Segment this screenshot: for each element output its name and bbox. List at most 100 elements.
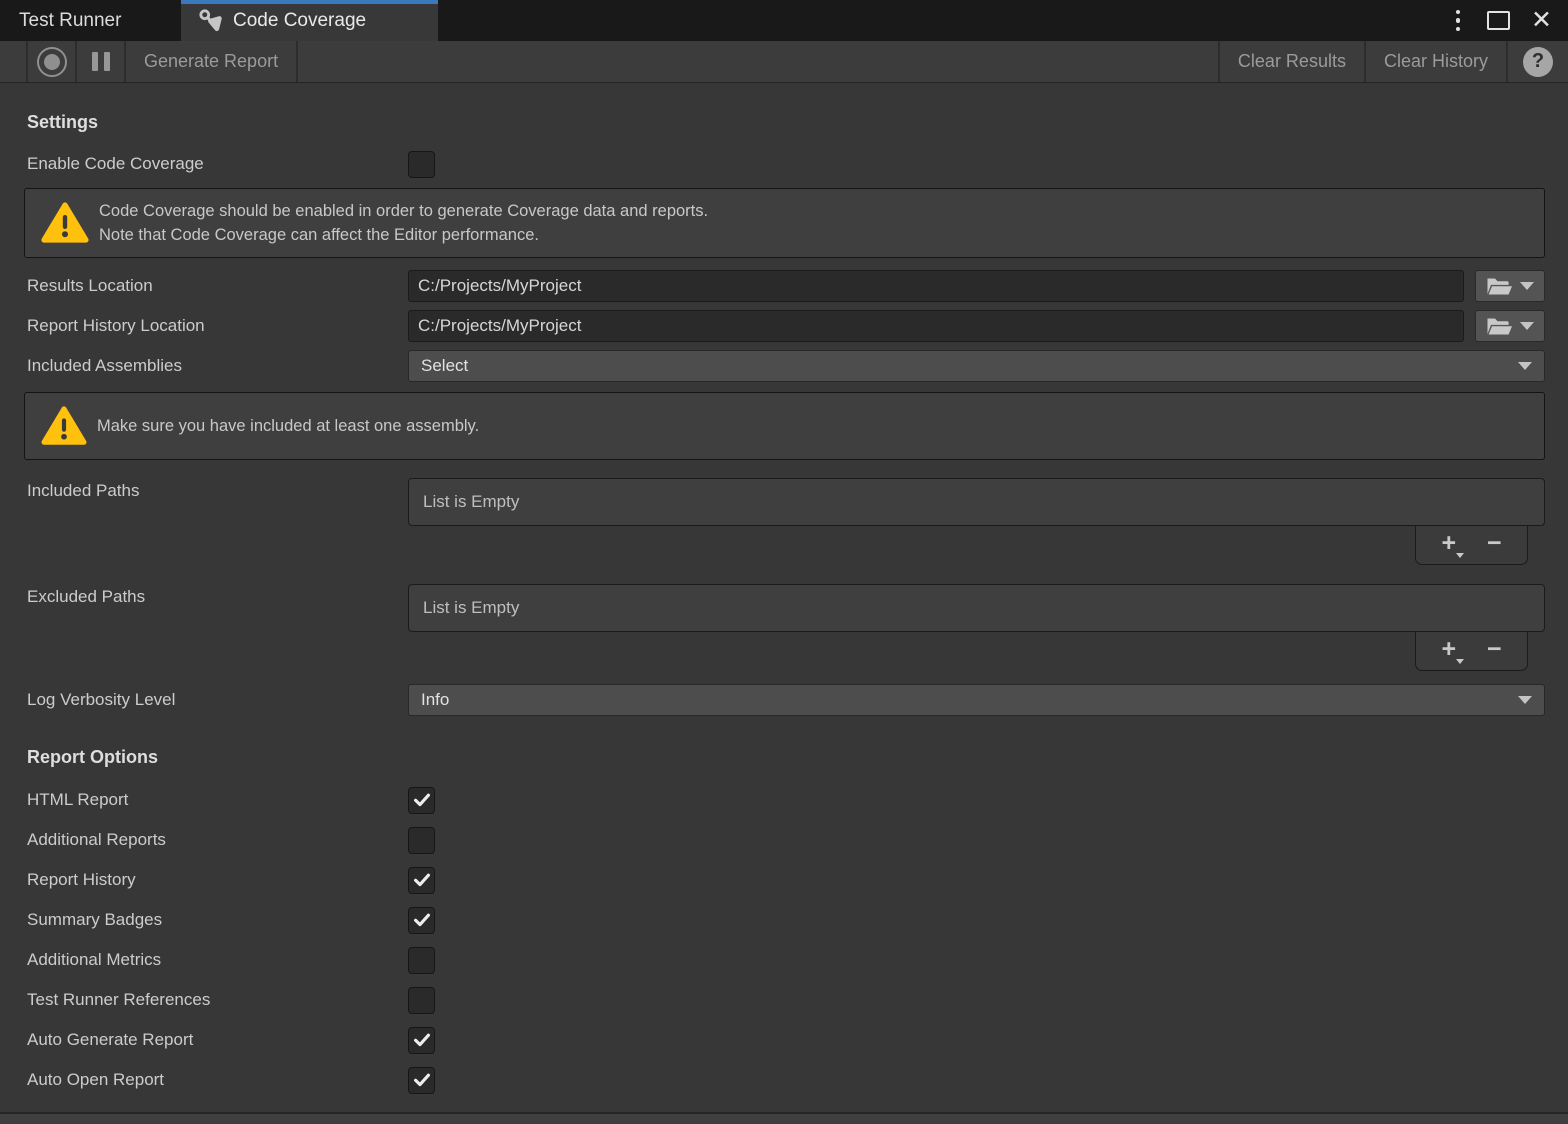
results-location-row: Results Location C:/Projects/MyProject: [27, 270, 1545, 302]
folder-dropdown-caret-icon: [1520, 322, 1534, 330]
plus-icon: +: [1441, 529, 1456, 557]
option-row-auto-generate-report: Auto Generate Report: [27, 1026, 1545, 1054]
included-paths-list: List is Empty + −: [408, 478, 1545, 565]
included-paths-label: Included Paths: [27, 478, 408, 565]
option-label: Auto Generate Report: [27, 1030, 408, 1050]
included-assemblies-label: Included Assemblies: [27, 356, 408, 376]
check-icon: [412, 910, 432, 930]
tab-test-runner[interactable]: Test Runner: [0, 0, 181, 41]
plus-icon: +: [1441, 635, 1456, 663]
enable-code-coverage-checkbox[interactable]: [408, 151, 435, 178]
option-row-report-history: Report History: [27, 866, 1545, 894]
option-row-summary-badges: Summary Badges: [27, 906, 1545, 934]
tab-code-coverage-label: Code Coverage: [233, 10, 366, 32]
results-location-input[interactable]: C:/Projects/MyProject: [408, 270, 1464, 302]
minus-icon: −: [1487, 529, 1502, 557]
additional-metrics-checkbox[interactable]: [408, 947, 435, 974]
dropdown-caret-icon: [1518, 362, 1532, 370]
warning-icon: [41, 201, 89, 245]
check-icon: [412, 870, 432, 890]
maximize-icon[interactable]: [1487, 11, 1510, 30]
clear-history-button[interactable]: Clear History: [1364, 41, 1506, 82]
report-options-header: Report Options: [27, 747, 1545, 773]
results-location-value: C:/Projects/MyProject: [418, 276, 581, 296]
included-paths-empty-text: List is Empty: [423, 492, 519, 512]
enable-warning-text: Code Coverage should be enabled in order…: [99, 199, 708, 247]
generate-report-label: Generate Report: [144, 51, 278, 72]
included-paths-listbox[interactable]: List is Empty: [408, 478, 1545, 526]
auto-open-report-checkbox[interactable]: [408, 1067, 435, 1094]
record-button[interactable]: [26, 41, 75, 82]
enable-warning-line2: Note that Code Coverage can affect the E…: [99, 223, 708, 247]
remove-included-path-button[interactable]: −: [1487, 531, 1502, 560]
generate-report-button[interactable]: Generate Report: [124, 41, 298, 82]
excluded-paths-empty-text: List is Empty: [423, 598, 519, 618]
add-excluded-path-button[interactable]: +: [1441, 637, 1456, 666]
help-button[interactable]: ?: [1506, 41, 1568, 82]
enable-warning-box: Code Coverage should be enabled in order…: [24, 188, 1545, 258]
log-verbosity-label: Log Verbosity Level: [27, 690, 408, 710]
included-paths-footer-row: + −: [408, 526, 1545, 565]
included-paths-section: Included Paths List is Empty + −: [27, 478, 1545, 565]
report-history-location-value: C:/Projects/MyProject: [418, 316, 581, 336]
excluded-paths-label: Excluded Paths: [27, 584, 408, 671]
check-icon: [412, 1070, 432, 1090]
option-row-auto-open-report: Auto Open Report: [27, 1066, 1545, 1094]
option-label: Test Runner References: [27, 990, 408, 1010]
option-label: HTML Report: [27, 790, 408, 810]
enable-code-coverage-label: Enable Code Coverage: [27, 154, 408, 174]
toolbar-spacer: [298, 41, 1218, 82]
report-history-location-label: Report History Location: [27, 316, 408, 336]
code-coverage-window: Test Runner Code Coverage ✕ Generate Rep…: [0, 0, 1568, 1124]
clear-results-label: Clear Results: [1238, 51, 1346, 72]
excluded-paths-footer-row: + −: [408, 632, 1545, 671]
excluded-paths-footer: + −: [1415, 632, 1528, 671]
check-icon: [412, 1030, 432, 1050]
included-assemblies-value: Select: [421, 356, 468, 376]
auto-generate-report-checkbox[interactable]: [408, 1027, 435, 1054]
warning-icon: [41, 405, 87, 447]
option-label: Auto Open Report: [27, 1070, 408, 1090]
results-location-browse-button[interactable]: [1475, 270, 1545, 302]
code-coverage-icon: [198, 8, 224, 34]
close-icon[interactable]: ✕: [1531, 8, 1552, 33]
tab-code-coverage[interactable]: Code Coverage: [181, 0, 438, 41]
html-report-checkbox[interactable]: [408, 787, 435, 814]
window-bottom-edge: [0, 1112, 1568, 1124]
included-assemblies-dropdown[interactable]: Select: [408, 350, 1545, 382]
test-runner-references-checkbox[interactable]: [408, 987, 435, 1014]
report-history-location-browse-button[interactable]: [1475, 310, 1545, 342]
option-label: Report History: [27, 870, 408, 890]
log-verbosity-dropdown[interactable]: Info: [408, 684, 1545, 716]
summary-badges-checkbox[interactable]: [408, 907, 435, 934]
kebab-menu-icon[interactable]: [1450, 6, 1467, 36]
option-label: Additional Metrics: [27, 950, 408, 970]
excluded-paths-section: Excluded Paths List is Empty + −: [27, 584, 1545, 671]
option-label: Additional Reports: [27, 830, 408, 850]
folder-icon: [1486, 276, 1513, 297]
additional-reports-checkbox[interactable]: [408, 827, 435, 854]
enable-code-coverage-row: Enable Code Coverage: [27, 150, 1545, 178]
record-icon: [37, 47, 67, 77]
report-history-location-input[interactable]: C:/Projects/MyProject: [408, 310, 1464, 342]
tab-bar: Test Runner Code Coverage ✕: [0, 0, 1568, 41]
excluded-paths-listbox[interactable]: List is Empty: [408, 584, 1545, 632]
included-assemblies-row: Included Assemblies Select: [27, 350, 1545, 382]
pause-button[interactable]: [75, 41, 124, 82]
settings-panel: Settings Enable Code Coverage Code Cover…: [0, 112, 1568, 1094]
tab-test-runner-label: Test Runner: [19, 10, 121, 32]
window-controls: ✕: [1450, 0, 1568, 41]
enable-warning-line1: Code Coverage should be enabled in order…: [99, 199, 708, 223]
option-row-test-runner-references: Test Runner References: [27, 986, 1545, 1014]
clear-results-button[interactable]: Clear Results: [1218, 41, 1364, 82]
remove-excluded-path-button[interactable]: −: [1487, 637, 1502, 666]
help-icon: ?: [1523, 47, 1553, 77]
add-caret-icon: [1456, 659, 1464, 664]
report-history-checkbox[interactable]: [408, 867, 435, 894]
assemblies-warning-box: Make sure you have included at least one…: [24, 392, 1545, 460]
settings-header: Settings: [27, 112, 1545, 138]
option-row-additional-metrics: Additional Metrics: [27, 946, 1545, 974]
log-verbosity-value: Info: [421, 690, 449, 710]
option-row-html-report: HTML Report: [27, 786, 1545, 814]
add-included-path-button[interactable]: +: [1441, 531, 1456, 560]
